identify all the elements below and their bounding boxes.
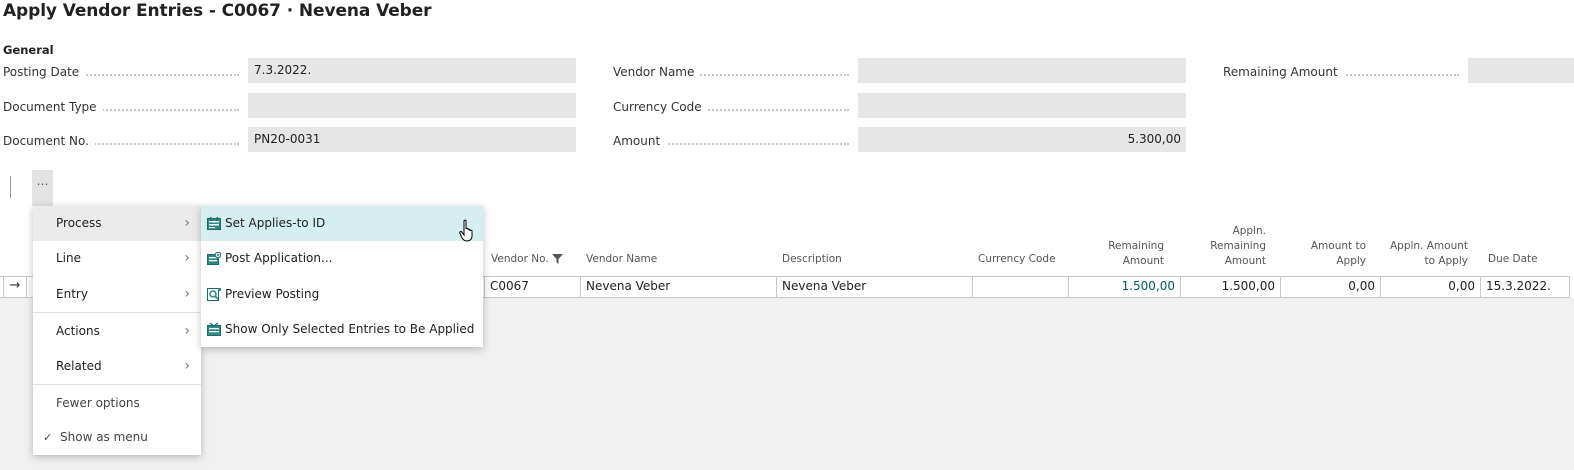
process-submenu: Set Applies-to ID Post Application... Pr… <box>201 206 483 347</box>
submenu-item-preview-posting[interactable]: Preview Posting <box>201 277 483 312</box>
menu-item-actions[interactable]: Actions › <box>33 314 201 349</box>
action-bar-separator <box>10 176 11 198</box>
amount-field[interactable]: 5.300,00 <box>858 127 1186 152</box>
submenu-item-post-application[interactable]: Post Application... <box>201 241 483 276</box>
chevron-right-icon: › <box>184 323 190 339</box>
checkmark-icon: ✓ <box>43 431 53 444</box>
document-no-label: Document No. <box>3 134 243 148</box>
chevron-right-icon: › <box>184 358 190 374</box>
document-type-field[interactable] <box>248 93 576 118</box>
cell-due-date[interactable]: 15.3.2022. <box>1480 276 1570 298</box>
menu-divider <box>33 312 201 313</box>
more-options-button[interactable]: ⋯ <box>32 170 53 206</box>
menu-item-show-as-menu[interactable]: ✓ Show as menu <box>33 420 201 455</box>
cell-vendor-no[interactable]: C0067 <box>484 276 580 298</box>
vendor-name-label: Vendor Name <box>613 65 853 79</box>
cell-description[interactable]: Nevena Veber <box>776 276 972 298</box>
col-header-amount-to-apply[interactable]: Amount to Apply <box>1282 239 1366 269</box>
cell-appln-remaining-amount[interactable]: 1.500,00 <box>1180 276 1280 298</box>
menu-divider <box>33 384 201 385</box>
col-header-appln-amount-to-apply[interactable]: Appln. Amount to Apply <box>1382 239 1468 269</box>
col-header-due-date[interactable]: Due Date <box>1488 252 1538 267</box>
chevron-right-icon: › <box>184 250 190 266</box>
posting-date-label: Posting Date <box>3 65 243 79</box>
currency-code-field[interactable] <box>858 93 1186 118</box>
submenu-item-show-selected-entries[interactable]: Show Only Selected Entries to Be Applied <box>201 312 483 347</box>
col-header-appln-remaining-amount[interactable]: Appln. Remaining Amount <box>1180 224 1266 269</box>
document-type-label: Document Type <box>3 100 243 114</box>
page-title: Apply Vendor Entries - C0067 · Nevena Ve… <box>3 1 432 21</box>
col-header-remaining-amount[interactable]: Remaining Amount <box>1070 239 1164 269</box>
hand-cursor-icon <box>459 219 473 242</box>
menu-item-fewer-options[interactable]: Fewer options <box>33 386 201 421</box>
vendor-name-field[interactable] <box>858 58 1186 83</box>
actions-menu: Process › Line › Entry › Actions › Related › … <box>33 206 201 455</box>
cell-amount-to-apply[interactable]: 0,00 <box>1280 276 1380 298</box>
post-application-icon <box>207 252 221 265</box>
cell-appln-amount-to-apply[interactable]: 0,00 <box>1380 276 1480 298</box>
menu-item-entry[interactable]: Entry › <box>33 277 201 312</box>
col-header-currency-code[interactable]: Currency Code <box>978 252 1056 267</box>
col-header-vendor-name[interactable]: Vendor Name <box>586 252 657 267</box>
remaining-amount-label: Remaining Amount <box>1223 65 1463 79</box>
show-selected-icon <box>207 323 221 336</box>
remaining-amount-field[interactable] <box>1468 58 1574 83</box>
row-selector-arrow-icon[interactable]: → <box>3 276 27 298</box>
document-no-field[interactable]: PN20-0031 <box>248 127 576 152</box>
menu-item-related[interactable]: Related › <box>33 349 201 384</box>
currency-code-label: Currency Code <box>613 100 853 114</box>
set-applies-icon <box>207 217 221 230</box>
cell-remaining-amount[interactable]: 1.500,00 <box>1068 276 1180 298</box>
col-header-vendor-no[interactable]: Vendor No. <box>491 252 563 267</box>
chevron-right-icon: › <box>184 215 190 231</box>
preview-posting-icon <box>207 288 221 301</box>
amount-label: Amount <box>613 134 853 148</box>
filter-icon <box>551 254 563 264</box>
cell-vendor-name[interactable]: Nevena Veber <box>580 276 776 298</box>
menu-item-process[interactable]: Process › <box>33 206 201 241</box>
chevron-right-icon: › <box>184 286 190 302</box>
submenu-item-set-applies-to-id[interactable]: Set Applies-to ID <box>201 206 483 241</box>
posting-date-field[interactable]: 7.3.2022. <box>248 58 576 83</box>
cell-currency-code[interactable] <box>972 276 1068 298</box>
col-header-description[interactable]: Description <box>782 252 842 267</box>
menu-item-line[interactable]: Line › <box>33 241 201 276</box>
section-general-header[interactable]: General <box>3 43 54 57</box>
